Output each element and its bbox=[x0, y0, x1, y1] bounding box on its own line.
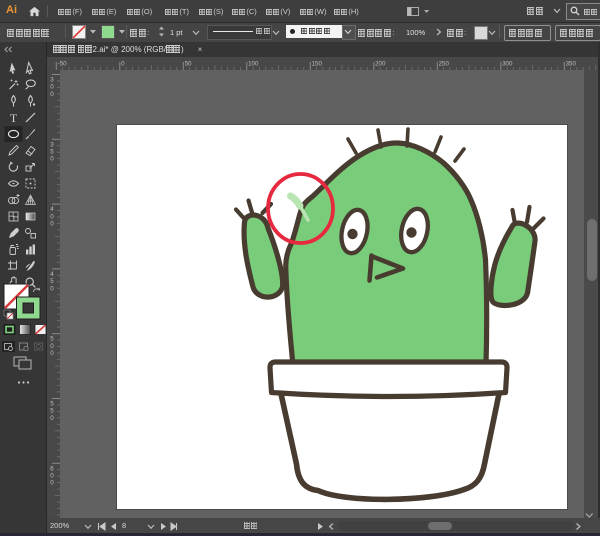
svg-text:0: 0 bbox=[50, 473, 54, 480]
svg-text:50: 50 bbox=[185, 61, 192, 68]
svg-text:0: 0 bbox=[50, 285, 54, 292]
svg-text:200: 200 bbox=[375, 61, 386, 68]
svg-text:250: 250 bbox=[439, 61, 450, 68]
svg-text:0: 0 bbox=[50, 84, 54, 91]
svg-text:150: 150 bbox=[312, 61, 323, 68]
svg-text:0: 0 bbox=[50, 91, 54, 98]
svg-text:0: 0 bbox=[50, 213, 54, 220]
svg-text:5: 5 bbox=[50, 401, 54, 408]
svg-text:0: 0 bbox=[50, 415, 54, 422]
svg-text:300: 300 bbox=[502, 61, 513, 68]
svg-text:0: 0 bbox=[50, 480, 54, 487]
svg-text:5: 5 bbox=[50, 408, 54, 415]
svg-text:5: 5 bbox=[50, 149, 54, 156]
svg-text:0: 0 bbox=[50, 221, 54, 228]
svg-text:5: 5 bbox=[50, 278, 54, 285]
svg-text:0: 0 bbox=[50, 350, 54, 357]
svg-text:5: 5 bbox=[50, 336, 54, 343]
svg-text:0: 0 bbox=[121, 61, 125, 68]
svg-text:0: 0 bbox=[50, 156, 54, 163]
svg-text:3: 3 bbox=[50, 141, 54, 148]
svg-text:0: 0 bbox=[50, 343, 54, 350]
svg-text:100: 100 bbox=[248, 61, 259, 68]
svg-text:6: 6 bbox=[50, 465, 54, 472]
svg-text:T: T bbox=[10, 111, 18, 125]
svg-text:4: 4 bbox=[50, 206, 54, 213]
svg-text:4: 4 bbox=[50, 271, 54, 278]
svg-text:-50: -50 bbox=[58, 61, 68, 68]
svg-text:3: 3 bbox=[50, 77, 54, 84]
svg-text:350: 350 bbox=[566, 61, 577, 68]
